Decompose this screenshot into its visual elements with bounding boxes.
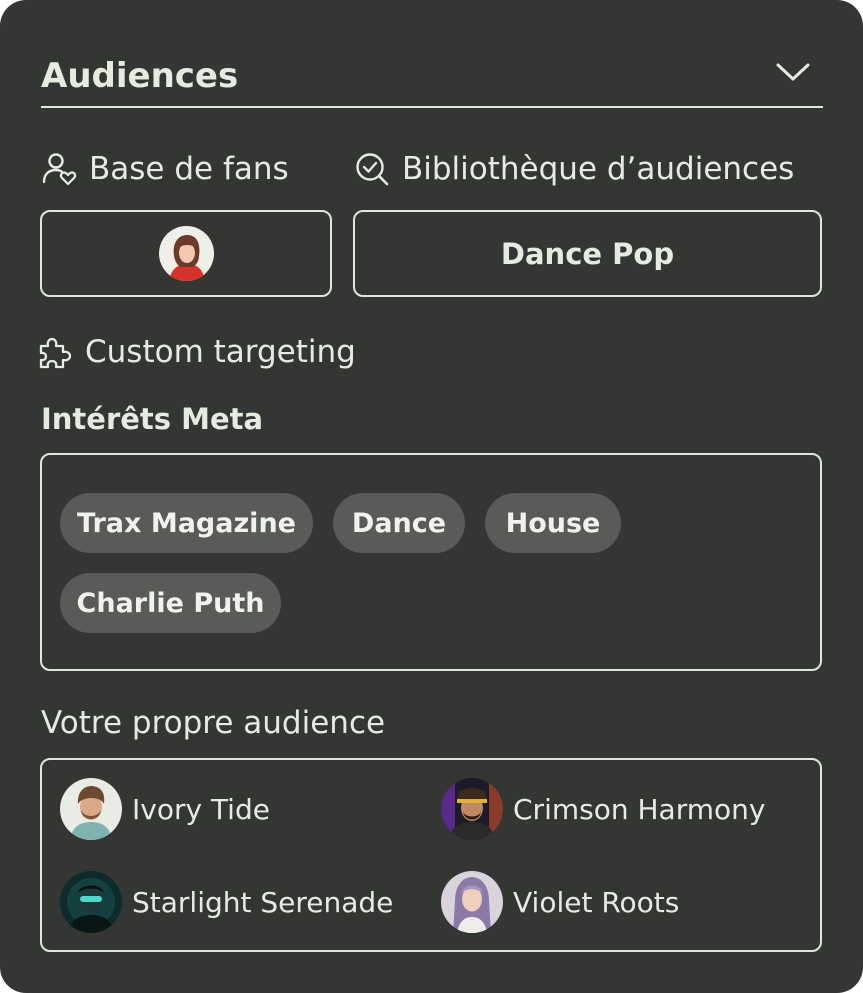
own-audience-box: Ivory Tide Crimson Harmony Starlight Ser… bbox=[40, 758, 822, 952]
custom-targeting-row[interactable]: Custom targeting bbox=[37, 334, 356, 370]
fan-base-selector[interactable] bbox=[40, 210, 332, 297]
artist-item[interactable]: Violet Roots bbox=[441, 871, 679, 933]
fan-base-label-row: Base de fans bbox=[41, 151, 289, 187]
fan-base-label: Base de fans bbox=[89, 151, 289, 187]
artist-avatar bbox=[60, 871, 122, 933]
user-heart-icon bbox=[42, 153, 77, 186]
artist-item[interactable]: Ivory Tide bbox=[60, 778, 270, 840]
artist-name: Starlight Serenade bbox=[132, 885, 394, 919]
interest-chip[interactable]: House bbox=[485, 493, 621, 553]
search-check-icon bbox=[356, 153, 389, 186]
meta-interests-heading: Intérêts Meta bbox=[41, 402, 264, 436]
audience-library-selector[interactable]: Dance Pop bbox=[353, 210, 822, 297]
interest-chip[interactable]: Dance bbox=[333, 493, 465, 553]
artist-avatar bbox=[60, 778, 122, 840]
meta-interests-box: Trax Magazine Dance House Charlie Puth bbox=[40, 453, 822, 671]
artist-avatar bbox=[441, 778, 503, 840]
audience-library-label: Bibliothèque d’audiences bbox=[402, 151, 795, 187]
artist-name: Violet Roots bbox=[513, 885, 680, 919]
interest-chip[interactable]: Trax Magazine bbox=[60, 493, 313, 553]
own-audience-heading: Votre propre audience bbox=[41, 705, 386, 741]
artist-avatar bbox=[441, 871, 503, 933]
interest-chip[interactable]: Charlie Puth bbox=[60, 573, 281, 633]
audiences-header[interactable]: Audiences bbox=[41, 50, 823, 108]
fan-base-avatar bbox=[158, 226, 214, 281]
audience-library-selected: Dance Pop bbox=[500, 236, 675, 271]
artist-name: Ivory Tide bbox=[132, 792, 270, 826]
artist-name: Crimson Harmony bbox=[513, 792, 766, 826]
custom-targeting-label: Custom targeting bbox=[85, 334, 356, 370]
chevron-down-icon[interactable] bbox=[775, 60, 811, 84]
artist-item[interactable]: Crimson Harmony bbox=[441, 778, 765, 840]
audiences-panel: Audiences Base de fans Bibliothèque d’au… bbox=[0, 0, 863, 993]
artist-item[interactable]: Starlight Serenade bbox=[60, 871, 393, 933]
panel-title: Audiences bbox=[41, 56, 239, 96]
audience-library-label-row: Bibliothèque d’audiences bbox=[354, 151, 794, 187]
puzzle-icon bbox=[39, 337, 72, 369]
